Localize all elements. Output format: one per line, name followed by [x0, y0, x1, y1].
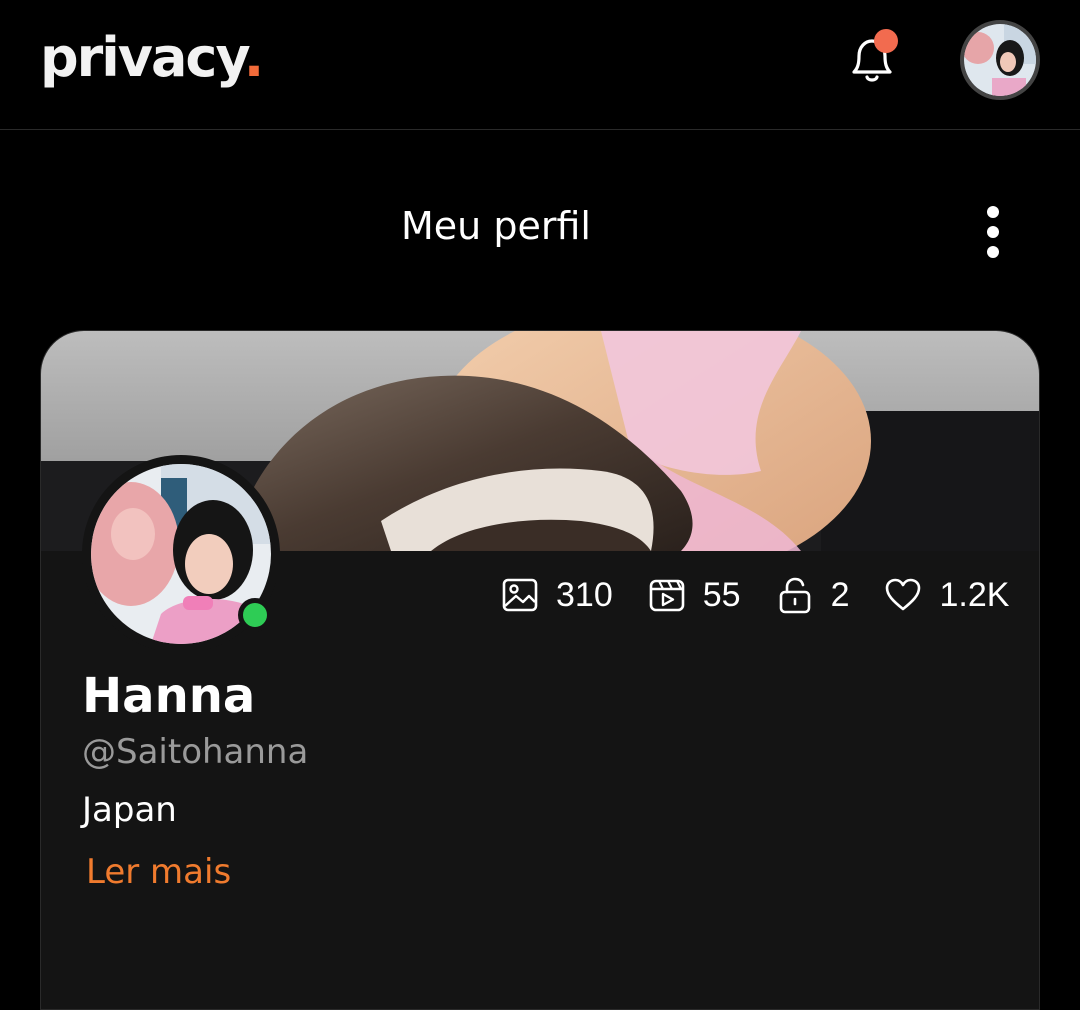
video-icon [649, 579, 685, 612]
profile-name: Hanna [82, 668, 256, 724]
lock-icon [779, 577, 810, 614]
avatar-image [964, 24, 1036, 96]
user-avatar-button[interactable] [960, 20, 1040, 100]
stat-value: 2 [830, 575, 850, 614]
stat-videos[interactable]: 55 [647, 575, 741, 615]
top-navigation-bar: privacy. [0, 0, 1080, 130]
online-status-indicator [238, 598, 272, 632]
stat-likes[interactable]: 1.2K [883, 575, 1009, 615]
more-vertical-icon [987, 206, 999, 218]
read-more-link[interactable]: Ler mais [86, 852, 231, 892]
stat-value: 1.2K [939, 575, 1010, 614]
more-options-button[interactable] [976, 200, 1010, 264]
stat-value: 55 [702, 575, 741, 614]
stat-photos[interactable]: 310 [500, 575, 613, 615]
stat-value: 310 [556, 575, 613, 614]
heart-icon [886, 578, 921, 611]
profile-location: Japan [82, 790, 177, 830]
privacy-logo[interactable]: privacy. [40, 26, 264, 90]
notification-badge [874, 29, 898, 53]
stat-locked[interactable]: 2 [775, 575, 850, 615]
profile-stats: 310 55 2 1.2K [500, 570, 1009, 620]
profile-handle: @Saitohanna [82, 732, 309, 772]
page-title: Meu perfil [401, 204, 591, 248]
image-icon [502, 578, 538, 612]
